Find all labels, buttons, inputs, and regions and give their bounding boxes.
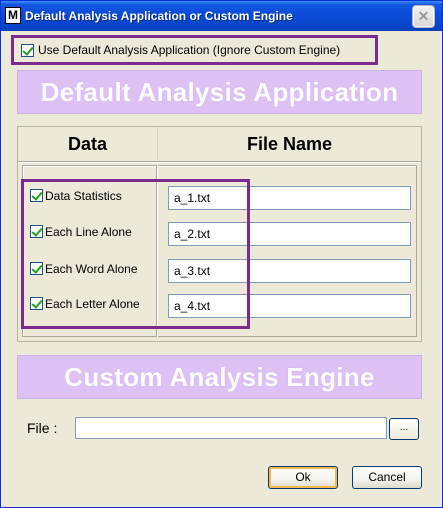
close-button[interactable]: ✕ — [413, 6, 434, 27]
custom-engine-banner: Custom Analysis Engine — [17, 355, 422, 399]
header-divider — [18, 161, 421, 163]
column-header-file-name: File Name — [246, 134, 333, 154]
window-title: Default Analysis Application or Custom E… — [25, 9, 293, 23]
use-default-highlight: Use Default Analysis Application (Ignore… — [11, 35, 378, 65]
title-bar[interactable]: M Default Analysis Application or Custom… — [1, 1, 442, 31]
dialog-window: M Default Analysis Application or Custom… — [0, 0, 443, 508]
app-icon: M — [5, 7, 21, 24]
browse-button[interactable]: ... — [389, 418, 419, 440]
column-header-data: Data — [18, 127, 158, 161]
cancel-button[interactable]: Cancel — [352, 466, 422, 489]
use-default-label[interactable]: Use Default Analysis Application (Ignore… — [38, 43, 340, 57]
custom-file-input[interactable] — [75, 417, 387, 439]
custom-file-label: File : — [27, 420, 58, 436]
data-options-highlight — [21, 179, 250, 329]
ok-button[interactable]: Ok — [268, 466, 338, 489]
default-analysis-banner: Default Analysis Application — [17, 70, 422, 114]
use-default-checkbox[interactable] — [21, 44, 34, 57]
